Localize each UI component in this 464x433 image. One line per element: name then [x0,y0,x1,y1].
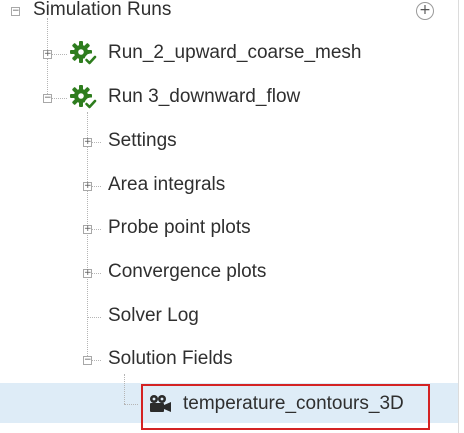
tree-item-probe-point-plots[interactable]: Probe point plots [108,216,251,240]
expand-toggle-convergence-plots[interactable]: + [83,269,92,278]
tree-item-run-3[interactable]: Run 3_downward_flow [108,85,300,109]
selection-outline [141,384,430,430]
simulation-tree: − Simulation Runs + + Run_2_upward_coars… [0,0,464,433]
gear-check-icon [70,41,98,67]
collapse-toggle-run-3[interactable]: − [43,94,52,103]
collapse-toggle-solution-fields[interactable]: − [83,356,92,365]
tree-item-settings[interactable]: Settings [108,129,177,153]
gear-check-icon [70,85,98,111]
expand-toggle-run-2[interactable]: + [43,50,52,59]
expand-toggle-area-integrals[interactable]: + [83,182,92,191]
expand-toggle-settings[interactable]: + [83,138,92,147]
tree-connector [87,317,101,318]
tree-connector [124,404,138,405]
collapse-toggle-simulation-runs[interactable]: − [11,7,20,16]
expand-toggle-probe-point-plots[interactable]: + [83,225,92,234]
tree-item-simulation-runs[interactable]: Simulation Runs [33,0,171,22]
panel-border [458,0,459,433]
tree-connector [87,112,88,362]
tree-item-run-2[interactable]: Run_2_upward_coarse_mesh [108,41,362,65]
add-run-button[interactable]: + [416,2,434,20]
tree-item-convergence-plots[interactable]: Convergence plots [108,260,266,284]
tree-connector [124,383,125,404]
tree-item-solution-fields[interactable]: Solution Fields [108,347,233,371]
tree-item-solver-log[interactable]: Solver Log [108,304,199,328]
tree-item-area-integrals[interactable]: Area integrals [108,173,225,197]
